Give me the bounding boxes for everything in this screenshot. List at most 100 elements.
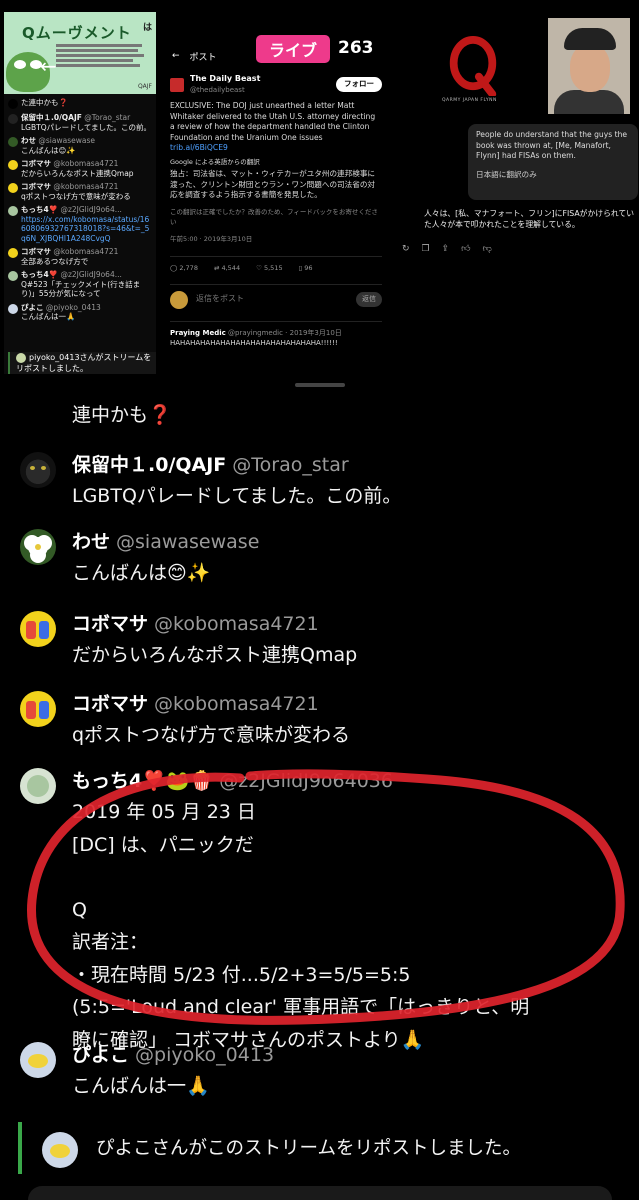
daily-beast-logo-icon <box>170 77 184 92</box>
author-handle[interactable]: @siawasewase <box>116 531 259 553</box>
sheet-drag-handle[interactable] <box>295 383 345 387</box>
author-name[interactable]: 保留中１.0/QAJF <box>72 454 226 476</box>
reply-button[interactable]: 返信 <box>356 292 382 307</box>
author-name[interactable]: もっち4❣️🐸🍿 <box>72 770 213 792</box>
chat-message[interactable]: コボマサ @kobomasa4721 qポストつなげ方で意味が変わる <box>20 689 630 759</box>
mini-chat-avatar <box>8 137 18 147</box>
like-count[interactable]: ♡ 5,515 <box>256 263 283 274</box>
reply-placeholder: 返信をポスト <box>196 294 244 304</box>
author-name[interactable]: わせ <box>72 531 110 553</box>
mini-chat-text: だからいろんなポスト連携Qmap <box>21 168 134 178</box>
refresh-icon[interactable]: ↻ <box>402 244 410 254</box>
banner-footer: QAJF <box>137 83 152 90</box>
mini-chat-avatar <box>8 206 18 216</box>
post-author-row: The Daily Beast @thedailybeast フォロー <box>170 74 382 95</box>
mini-chat-avatar <box>8 160 18 170</box>
follow-button[interactable]: フォロー <box>336 77 382 92</box>
message-text: こんばんは😊✨ <box>72 562 211 584</box>
translate-source-box: People do understand that the guys the b… <box>468 124 638 200</box>
mini-chat-name: 保留中１.0/QAJF <box>21 113 82 122</box>
question-mark-icon: ❓ <box>148 404 172 426</box>
mini-chat-item: コボマサ @kobomasa4721 だからいろんなポスト連携Qmap <box>8 159 154 178</box>
mini-chat-text: LGBTQパレードしてました。この前。 <box>21 122 152 132</box>
thumbs-up-icon[interactable]: 👍︎ <box>461 244 470 254</box>
repost-count[interactable]: ⇄ 4,544 <box>214 263 240 274</box>
reply-box[interactable]: 返信をポスト 返信 <box>170 283 382 309</box>
chat-message[interactable]: 保留中１.0/QAJF @Torao_star LGBTQパレードしてました。この… <box>20 450 630 520</box>
author-handle[interactable]: @piyoko_0413 <box>135 1044 274 1066</box>
bookmark-count[interactable]: ▯ 96 <box>299 263 313 274</box>
mini-chat-text: 全部あるつなげ方で <box>21 256 89 266</box>
continued-message-text: 連中かも <box>72 404 149 426</box>
mini-chat-name: もっち4❣️ <box>21 205 59 214</box>
author-handle[interactable]: @Torao_star <box>232 454 348 476</box>
mini-chat-avatar <box>8 303 18 314</box>
kobomasa-avatar[interactable] <box>20 691 56 727</box>
mini-chat-handle: @kobomasa4721 <box>53 247 119 256</box>
mini-repost-notice: piyoko_0413さんがストリームをリポストしました。 <box>8 352 156 374</box>
post-link[interactable]: trib.al/6BiQCE9 <box>170 143 228 152</box>
mini-chat-item: もっち4❣️ @z2JGlidJ9o64... https://x.com/kob… <box>8 205 154 243</box>
flower-avatar[interactable] <box>20 529 56 565</box>
kobomasa-avatar[interactable] <box>20 611 56 647</box>
google-translate-label[interactable]: Google による英語からの翻訳 <box>170 157 382 168</box>
translate-note[interactable]: 日本語に翻訳のみ <box>476 170 630 181</box>
q-movement-banner: Qムーヴメント は ← QAJF <box>4 12 156 94</box>
mini-chat-avatar <box>8 114 18 124</box>
author-name[interactable]: ぴよこ <box>72 1044 129 1066</box>
author-handle[interactable]: @z2JGlidJ9o64036 <box>219 770 393 792</box>
copy-icon[interactable]: ❐ <box>422 244 430 254</box>
reply-count[interactable]: ◯ 2,778 <box>170 263 198 274</box>
q-movement-title: Qムーヴメント <box>22 24 132 42</box>
chat-message[interactable]: わせ @siawasewase こんばんは😊✨ <box>20 527 630 597</box>
chat-message[interactable]: コボマサ @kobomasa4721 だからいろんなポスト連携Qmap <box>20 609 630 679</box>
mini-chat-text: Q#523「チェックメイト(行き詰まり)」55分が気になって <box>21 279 141 299</box>
repost-notice: ぴよこさんがこのストリームをリポストしました。 <box>18 1122 628 1174</box>
back-arrow-icon[interactable]: ← <box>172 51 180 61</box>
author-name[interactable]: コボマサ <box>72 693 148 715</box>
broadcast-video[interactable]: Qムーヴメント は ← QAJF た連中かも❓ 保留中１.0/QAJF @Tora… <box>0 0 639 380</box>
q-logo-icon <box>449 36 497 96</box>
translate-feedback[interactable]: この翻訳は正確でしたか？改善のため、フィードバックをお寄せください <box>170 207 382 228</box>
continued-message: 連中かも❓ <box>72 400 172 427</box>
thumbs-down-icon[interactable]: 👎︎ <box>483 244 492 254</box>
translate-result: 人々は、[私、マナフォート、フリン]にFISAがかけられていた人々が本で叩かれた… <box>424 209 635 229</box>
mini-chat-text[interactable]: https://x.com/kobomasa/status/1660806932… <box>21 215 154 244</box>
message-text: 2019 年 05 月 23 日 [DC] は、パニックだ Q 訳者注： ・現在… <box>72 801 530 1051</box>
post-author-handle: @thedailybeast <box>190 85 245 94</box>
message-text: だからいろんなポスト連携Qmap <box>72 644 358 666</box>
mini-chat-item: ぴよこ @piyoko_0413 こんばんは一🙏 <box>8 303 154 322</box>
reply-count-value: 2,778 <box>179 264 198 272</box>
message-text: qポストつなげ方で意味が変わる <box>72 724 351 746</box>
translate-actions: ↻ ❐ ⇪ 👍︎ 👎︎ <box>402 244 492 254</box>
author-name[interactable]: コボマサ <box>72 613 148 635</box>
mini-chat-handle: @kobomasa4721 <box>53 182 119 191</box>
translate-source-text: People do understand that the guys the b… <box>476 130 628 160</box>
mocchi-avatar[interactable] <box>20 768 56 804</box>
chat-message[interactable]: ぴよこ @piyoko_0413 こんばんは一🙏 <box>20 1040 630 1110</box>
author-handle[interactable]: @kobomasa4721 <box>154 613 319 635</box>
share-icon[interactable]: ⇪ <box>442 244 450 254</box>
comment-input[interactable] <box>28 1186 612 1200</box>
mini-chat-item: 保留中１.0/QAJF @Torao_star LGBTQパレードしてました。この… <box>8 113 154 132</box>
post-header-title: ポスト <box>189 52 217 63</box>
mini-chat-item: コボマサ @kobomasa4721 qポストつなげ方で意味が変わる <box>8 182 154 201</box>
mini-chat-name: コボマサ <box>21 182 51 191</box>
mini-chat-name: ぴよこ <box>21 302 44 312</box>
chat-message[interactable]: もっち4❣️🐸🍿 @z2JGlidJ9o64036 2019 年 05 月 23 … <box>20 766 630 1051</box>
piyoko-avatar[interactable] <box>20 1042 56 1078</box>
like-count-value: 5,515 <box>263 264 283 272</box>
piyoko-avatar[interactable] <box>42 1132 78 1168</box>
viewer-count: 263 <box>338 38 374 58</box>
bookmark-count-value: 96 <box>304 264 313 272</box>
black-cat-avatar[interactable] <box>20 452 56 488</box>
mini-chat-item: わせ @siawasewase こんばんは😊✨ <box>8 136 154 155</box>
host-panel: QARMY JAPAN FLYNN People do understand t… <box>402 12 639 262</box>
mini-chat-name: わせ <box>21 136 36 145</box>
mini-chat-name: コボマサ <box>21 247 51 256</box>
back-arrow-icon[interactable]: ← <box>40 54 57 78</box>
mini-chat-avatar <box>8 271 18 281</box>
quoted-author-handle: @prayingmedic · 2019年3月10日 <box>228 328 342 337</box>
mini-chat-name: コボマサ <box>21 159 51 168</box>
author-handle[interactable]: @kobomasa4721 <box>154 693 319 715</box>
